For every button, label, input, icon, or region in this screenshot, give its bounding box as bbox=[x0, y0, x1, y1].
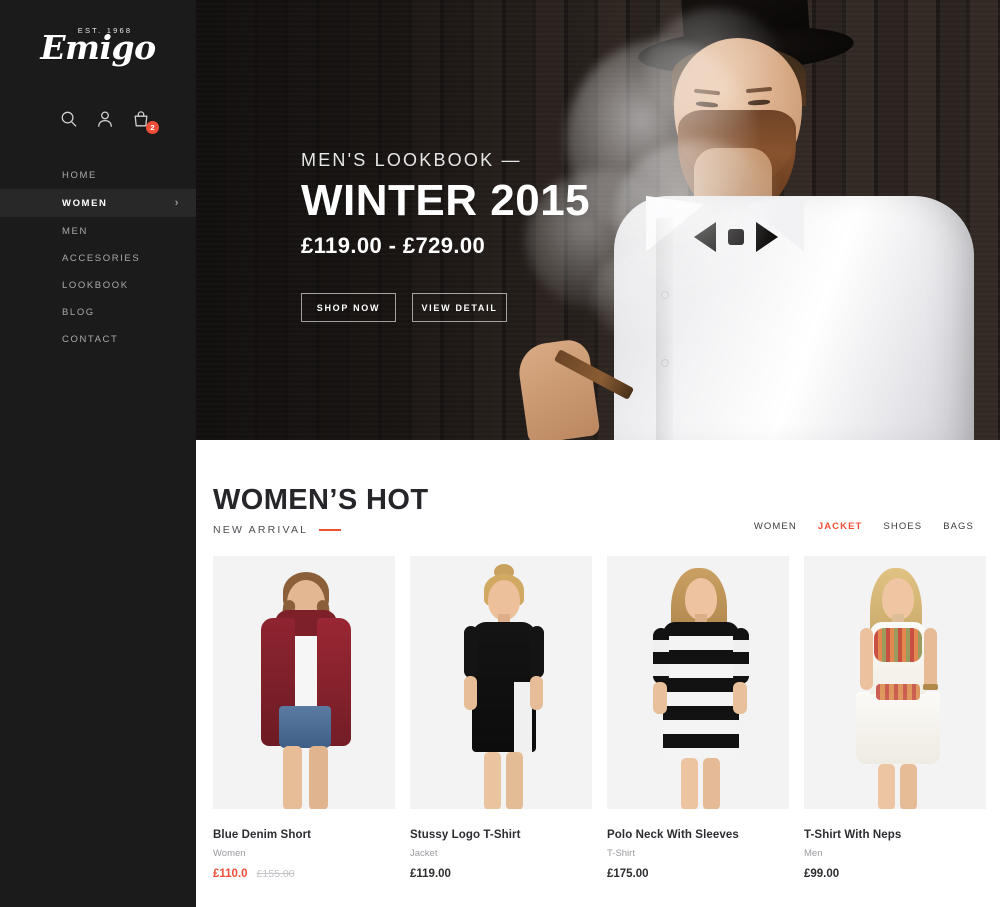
brand-name: Emigo bbox=[40, 28, 156, 67]
main-content: MEN'S LOOKBOOK — WINTER 2015 £119.00 - £… bbox=[196, 0, 1000, 907]
sidebar-item-blog[interactable]: BLOG bbox=[0, 299, 196, 325]
shop-now-button[interactable]: SHOP NOW bbox=[301, 292, 396, 322]
product-title: Stussy Logo T-Shirt bbox=[410, 829, 521, 841]
sidebar-item-home[interactable]: HOME bbox=[0, 162, 196, 188]
product-price: £175.00 bbox=[607, 868, 649, 880]
product-category: Men bbox=[804, 848, 823, 859]
product-title: Blue Denim Short bbox=[213, 829, 312, 841]
section-heading-group: WOMEN’S HOT NEW ARRIVAL bbox=[213, 484, 429, 537]
user-icon[interactable] bbox=[96, 110, 114, 128]
filter-tab-shoes[interactable]: SHOES bbox=[883, 521, 922, 532]
section-subtitle: NEW ARRIVAL bbox=[213, 524, 309, 536]
shopping-bag-icon[interactable]: 2 bbox=[132, 110, 159, 134]
filter-tab-women[interactable]: WOMEN bbox=[754, 521, 797, 532]
product-grid: Blue Denim Short Women £110.0 £155.00 St… bbox=[213, 556, 986, 880]
product-title: T-Shirt With Neps bbox=[804, 829, 902, 841]
sidebar-item-label: MEN bbox=[62, 225, 88, 237]
sidebar-icon-row: 2 bbox=[0, 106, 196, 134]
womens-hot-section: WOMEN’S HOT NEW ARRIVAL WOMEN JACKET SHO… bbox=[196, 440, 1000, 880]
product-category: Women bbox=[213, 848, 246, 859]
storefront-page: EST. 1968 Emigo 2 HOME WOMEN › MEN ACCES… bbox=[0, 0, 1000, 907]
product-price-group: £99.00 bbox=[804, 868, 986, 880]
product-price-group: £110.0 £155.00 bbox=[213, 868, 395, 880]
sidebar: EST. 1968 Emigo 2 HOME WOMEN › MEN ACCES… bbox=[0, 0, 196, 907]
sidebar-item-label: CONTACT bbox=[62, 333, 119, 345]
section-header: WOMEN’S HOT NEW ARRIVAL WOMEN JACKET SHO… bbox=[213, 440, 984, 537]
hero-title: WINTER 2015 bbox=[301, 176, 591, 225]
sidebar-item-label: BLOG bbox=[62, 306, 95, 318]
sidebar-item-contact[interactable]: CONTACT bbox=[0, 326, 196, 352]
page-title: WOMEN’S HOT bbox=[213, 484, 429, 516]
category-filter-tabs: WOMEN JACKET SHOES BAGS bbox=[754, 521, 974, 536]
filter-tab-jacket[interactable]: JACKET bbox=[818, 521, 863, 532]
product-card[interactable]: Blue Denim Short Women £110.0 £155.00 bbox=[213, 556, 395, 880]
product-card[interactable]: Stussy Logo T-Shirt Jacket £119.00 bbox=[410, 556, 592, 880]
product-image[interactable] bbox=[607, 556, 789, 809]
hero-button-group: SHOP NOW VIEW DETAIL bbox=[301, 292, 590, 322]
search-icon[interactable] bbox=[60, 110, 78, 128]
hero-banner: MEN'S LOOKBOOK — WINTER 2015 £119.00 - £… bbox=[196, 0, 1000, 440]
product-old-price: £155.00 bbox=[256, 868, 295, 880]
filter-tab-bags[interactable]: BAGS bbox=[943, 521, 974, 532]
product-price: £110.0 bbox=[213, 868, 248, 880]
cart-count-badge: 2 bbox=[146, 121, 159, 134]
view-detail-button[interactable]: VIEW DETAIL bbox=[412, 292, 507, 322]
product-image[interactable] bbox=[804, 556, 986, 809]
sidebar-item-label: ACCESORIES bbox=[62, 252, 141, 264]
sidebar-item-label: HOME bbox=[62, 169, 97, 181]
sidebar-item-women[interactable]: WOMEN › bbox=[0, 189, 196, 217]
hero-kicker: MEN'S LOOKBOOK — bbox=[301, 150, 522, 170]
product-card[interactable]: Polo Neck With Sleeves T-Shirt £175.00 bbox=[607, 556, 789, 880]
sidebar-item-label: LOOKBOOK bbox=[62, 279, 129, 291]
product-image[interactable] bbox=[213, 556, 395, 809]
product-price: £119.00 bbox=[410, 868, 451, 880]
product-price-group: £175.00 bbox=[607, 868, 789, 880]
brand-logo[interactable]: EST. 1968 Emigo bbox=[0, 0, 196, 84]
product-card[interactable]: T-Shirt With Neps Men £99.00 bbox=[804, 556, 986, 880]
hero-content: MEN'S LOOKBOOK — WINTER 2015 £119.00 - £… bbox=[301, 150, 590, 322]
product-price-group: £119.00 bbox=[410, 868, 592, 880]
sidebar-item-men[interactable]: MEN bbox=[0, 218, 196, 244]
hero-price-range: £119.00 - £729.00 bbox=[301, 232, 486, 258]
sidebar-item-lookbook[interactable]: LOOKBOOK bbox=[0, 272, 196, 298]
sidebar-item-label: WOMEN bbox=[62, 197, 108, 209]
product-category: T-Shirt bbox=[607, 848, 635, 859]
product-image[interactable] bbox=[410, 556, 592, 809]
sidebar-item-accesories[interactable]: ACCESORIES bbox=[0, 245, 196, 271]
product-category: Jacket bbox=[410, 848, 438, 859]
chevron-right-icon: › bbox=[174, 196, 180, 209]
section-subtitle-group: NEW ARRIVAL bbox=[213, 524, 428, 536]
accent-rule bbox=[319, 529, 342, 531]
product-title: Polo Neck With Sleeves bbox=[607, 829, 739, 841]
product-price: £99.00 bbox=[804, 868, 840, 880]
sidebar-nav: HOME WOMEN › MEN ACCESORIES LOOKBOOK BLO… bbox=[0, 162, 196, 352]
